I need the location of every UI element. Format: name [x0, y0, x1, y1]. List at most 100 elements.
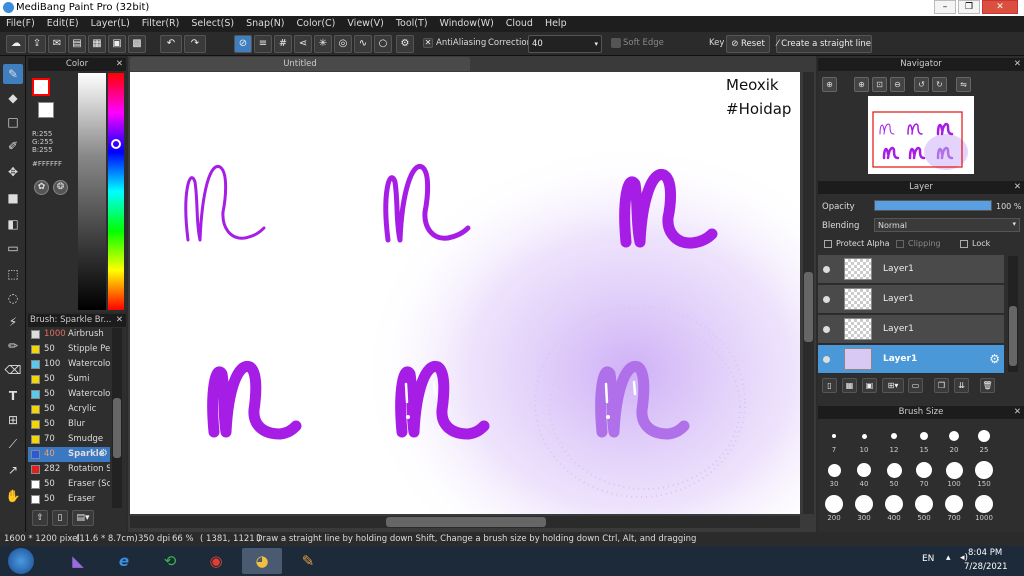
brush-size-option[interactable]: 15 [912, 426, 936, 458]
hue-handle[interactable] [111, 139, 121, 149]
protect-alpha-checkbox[interactable] [824, 240, 832, 248]
zoom-in-alt-icon[interactable]: ⊕ [854, 77, 869, 92]
visibility-eye-icon[interactable] [823, 296, 830, 303]
layer-row[interactable]: Layer1 [818, 285, 1004, 314]
delete-layer-icon[interactable]: 🗑 [980, 378, 995, 393]
page-icon[interactable]: ▦ [88, 35, 106, 53]
lock-checkbox[interactable] [960, 240, 968, 248]
text-tool-icon[interactable]: T [3, 386, 23, 406]
brush-size-option[interactable]: 50 [882, 460, 906, 492]
move-tool-icon[interactable]: ✥ [3, 162, 23, 182]
layer-list-scrollbar[interactable] [1008, 256, 1018, 372]
brush-size-option[interactable]: 7 [822, 426, 846, 458]
internet-explorer-icon[interactable]: e [104, 548, 144, 574]
brush-item[interactable]: 50 Watercolo [28, 387, 110, 402]
select-pen-icon[interactable]: ✏ [3, 336, 23, 356]
snap-vanish-icon[interactable]: ⋖ [294, 35, 312, 53]
clock-date[interactable]: 7/28/2021 [964, 562, 1008, 572]
primary-color-swatch[interactable] [32, 78, 50, 96]
antialiasing-checkbox[interactable]: ✕ [423, 38, 433, 48]
close-button[interactable]: ✕ [982, 0, 1018, 14]
brush-item[interactable]: 70 Smudge [28, 432, 110, 447]
brush-item[interactable]: 100 Watercolo [28, 357, 110, 372]
brush-item[interactable]: 50 Eraser (Sc [28, 477, 110, 492]
select-rect-icon[interactable]: ⬚ [3, 264, 23, 284]
layer-settings-gear-icon[interactable]: ⚙ [989, 352, 1000, 366]
brush-size-option[interactable]: 500 [912, 494, 936, 526]
panel-close-icon[interactable]: ✕ [116, 314, 123, 327]
brush-size-option[interactable]: 700 [942, 494, 966, 526]
share-icon[interactable]: ⇪ [28, 35, 46, 53]
snap-circle-icon[interactable]: ◎ [334, 35, 352, 53]
canvas-vertical-scrollbar[interactable] [803, 72, 814, 514]
menu-view[interactable]: View(V) [341, 16, 389, 32]
menu-help[interactable]: Help [539, 16, 573, 32]
visibility-eye-icon[interactable] [823, 266, 830, 273]
brush-size-option[interactable]: 200 [822, 494, 846, 526]
magic-wand-icon[interactable]: ⚡ [3, 312, 23, 332]
rect-tool-icon[interactable]: □ [3, 112, 23, 132]
menu-edit[interactable]: Edit(E) [41, 16, 85, 32]
snap-ellipse-icon[interactable]: ○ [374, 35, 392, 53]
grid-icon[interactable]: ▣ [108, 35, 126, 53]
duplicate-layer-icon[interactable]: ❐ [934, 378, 949, 393]
pen-tool-icon[interactable]: ✐ [3, 136, 23, 156]
eyedropper-icon[interactable]: ⟋ [3, 434, 23, 454]
blending-select[interactable]: Normal ▾ [874, 218, 1020, 232]
brush-size-option[interactable]: 30 [822, 460, 846, 492]
medibang-taskbar-icon[interactable]: ◕ [242, 548, 282, 574]
clock-time[interactable]: 8:04 PM [968, 548, 1002, 558]
brush-size-option[interactable]: 300 [852, 494, 876, 526]
layer-row[interactable]: Layer1 [818, 255, 1004, 284]
snap-radial-icon[interactable]: ✳ [314, 35, 332, 53]
maximize-button[interactable]: ❐ [958, 0, 980, 14]
comment-icon[interactable]: ✉ [48, 35, 66, 53]
brush-size-option[interactable]: 100 [942, 460, 966, 492]
visual-studio-icon[interactable]: ◣ [58, 548, 98, 574]
menu-filter[interactable]: Filter(R) [136, 16, 186, 32]
clipping-checkbox[interactable] [896, 240, 904, 248]
panel-close-icon[interactable]: ✕ [1014, 181, 1021, 194]
undo-icon[interactable]: ↶ [160, 35, 182, 53]
document-tab[interactable]: Untitled [130, 57, 470, 71]
palette-icon[interactable]: ✿ [34, 180, 49, 195]
snap-curve-icon[interactable]: ∿ [354, 35, 372, 53]
flip-icon[interactable]: ⇋ [956, 77, 971, 92]
brush-size-option[interactable]: 12 [882, 426, 906, 458]
start-button[interactable] [8, 548, 34, 574]
menu-color[interactable]: Color(C) [291, 16, 342, 32]
brush-item[interactable]: 1000 Airbrush [28, 327, 110, 342]
hand-tool-icon[interactable]: ✋ [3, 486, 23, 506]
tile-icon[interactable]: ▩ [128, 35, 146, 53]
brightness-slider[interactable] [78, 73, 106, 310]
new-layer-icon[interactable]: ▯ [822, 378, 837, 393]
new-halftone-layer-icon[interactable]: ▦ [842, 378, 857, 393]
layer-row[interactable]: Layer1 [818, 315, 1004, 344]
correction-select[interactable]: 40 ▾ [528, 35, 602, 53]
brush-list-scrollbar[interactable] [112, 328, 122, 508]
chrome-icon[interactable]: ◉ [196, 548, 236, 574]
rotate-right-icon[interactable]: ↻ [932, 77, 947, 92]
brush-item-selected[interactable]: 40 Sparkle ⚙ [28, 447, 110, 462]
panel-close-icon[interactable]: ✕ [116, 58, 123, 71]
brush-size-option[interactable]: 10 [852, 426, 876, 458]
brush-item[interactable]: 50 Blur [28, 417, 110, 432]
divide-tool-icon[interactable]: ⊞ [3, 410, 23, 430]
select-eraser-icon[interactable]: ⌫ [3, 360, 23, 380]
visibility-eye-icon[interactable] [823, 356, 830, 363]
language-indicator[interactable]: EN [922, 554, 934, 564]
menu-tool[interactable]: Tool(T) [390, 16, 434, 32]
brush-size-option[interactable]: 70 [912, 460, 936, 492]
panel-close-icon[interactable]: ✕ [1014, 58, 1021, 71]
brush-item[interactable]: 50 Acrylic [28, 402, 110, 417]
snap-parallel-icon[interactable]: ≡ [254, 35, 272, 53]
folder-icon[interactable]: ▭ [908, 378, 923, 393]
straight-line-button[interactable]: ⁄ Create a straight line [776, 35, 872, 53]
operation-tool-icon[interactable]: ↗ [3, 460, 23, 480]
menu-file[interactable]: File(F) [0, 16, 41, 32]
hue-slider[interactable] [108, 73, 124, 310]
brush-size-option[interactable]: 400 [882, 494, 906, 526]
brush-item[interactable]: 50 Sumi [28, 372, 110, 387]
app-icon-green[interactable]: ⟲ [150, 548, 190, 574]
cloud-icon[interactable]: ☁ [6, 35, 26, 53]
